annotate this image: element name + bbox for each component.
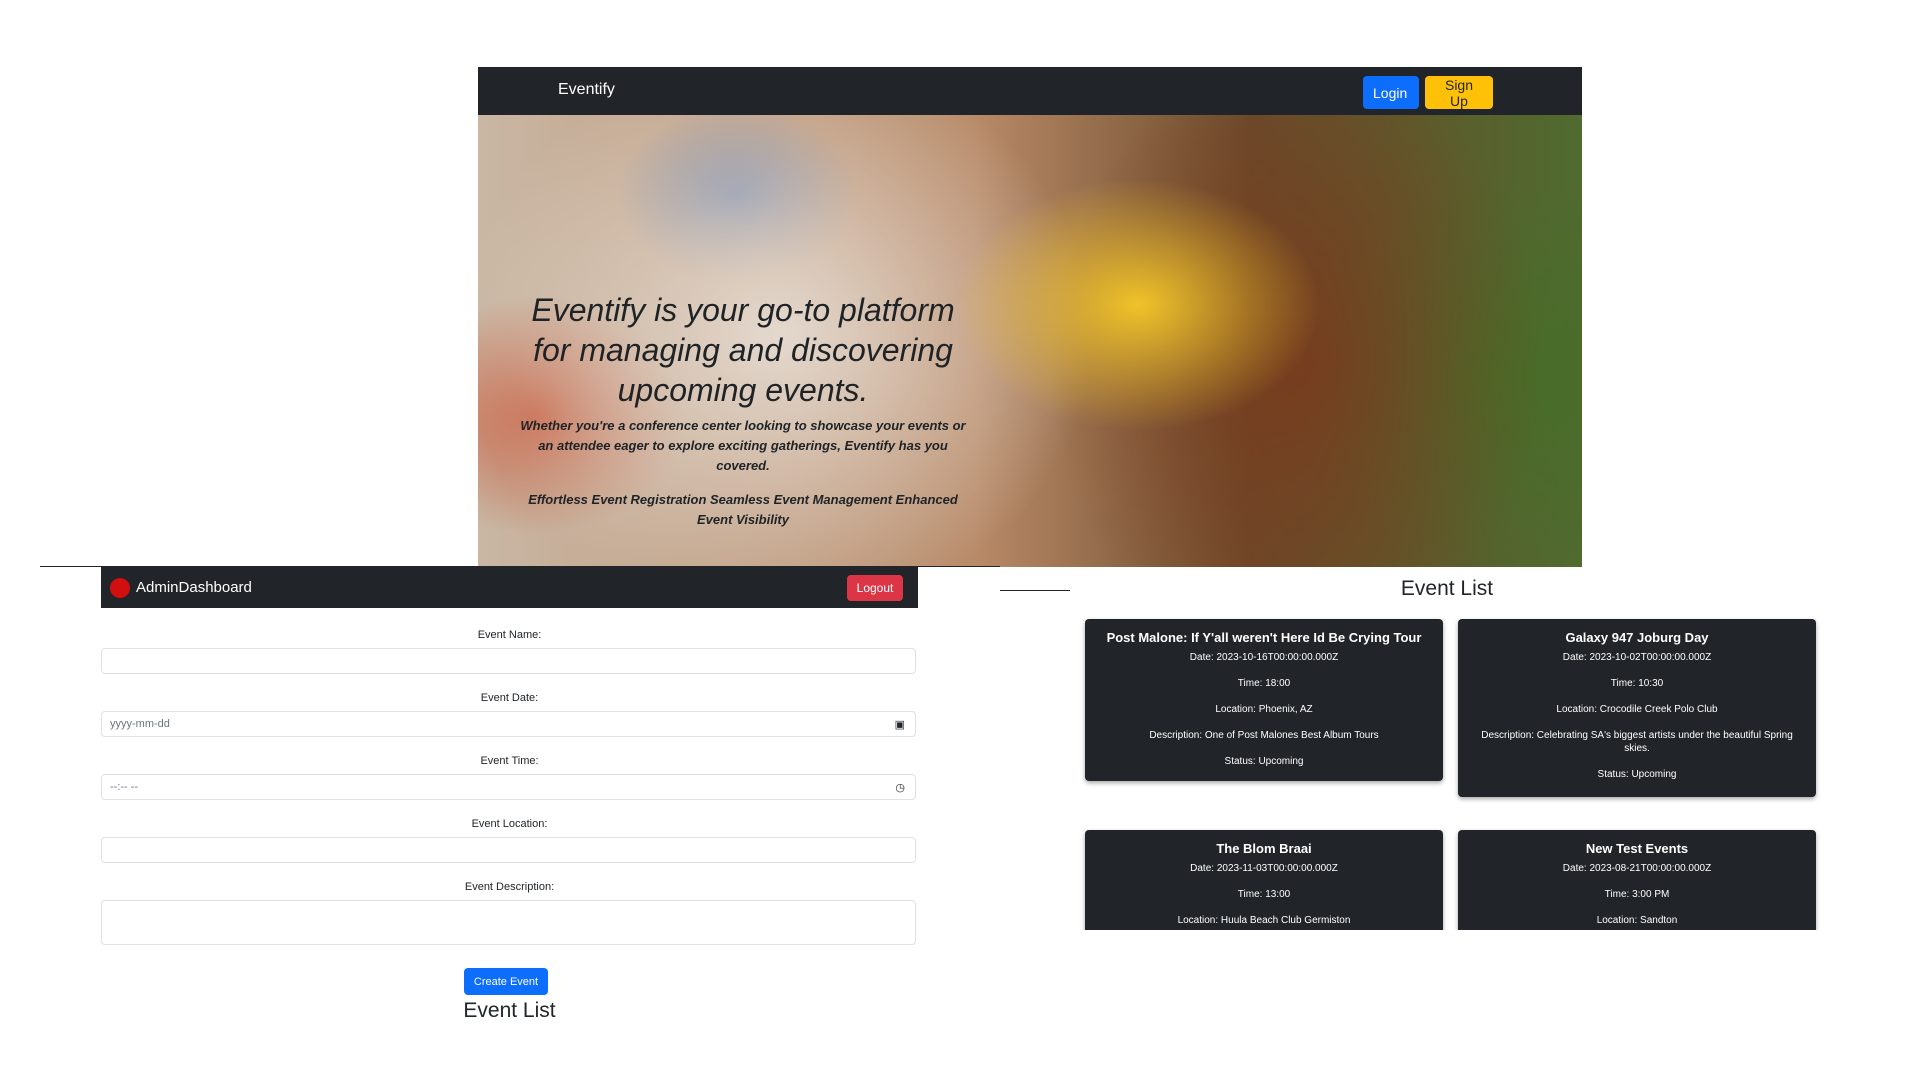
admin-navbar: AdminDashboard Logout (101, 567, 918, 608)
event-time: Time: 3:00 PM (1604, 889, 1670, 900)
event-status: Status: Upcoming (1597, 769, 1677, 780)
event-description: Description: One of Post Malones Best Al… (1149, 730, 1379, 741)
login-button[interactable]: Login (1363, 76, 1419, 109)
event-location: Location: Crocodile Creek Polo Club (1556, 704, 1718, 715)
hero-banner: Eventify is your go-to platform for mana… (478, 115, 1582, 567)
event-location: Location: Sandton (1596, 915, 1678, 926)
signup-button[interactable]: Sign Up (1425, 76, 1493, 109)
event-date: Date: 2023-11-03T00:00:00.000Z (1190, 863, 1338, 874)
hero-subtitle: Whether you're a conference center looki… (520, 418, 966, 473)
event-status: Status: Upcoming (1224, 756, 1304, 767)
event-name-label: Event Name: (477, 629, 542, 641)
event-name: The Blom Braai (1216, 841, 1312, 856)
event-card[interactable]: Galaxy 947 Joburg Day Date: 2023-10-02T0… (1458, 619, 1816, 797)
hero-text-block: Eventify is your go-to platform for mana… (513, 290, 973, 530)
logout-button[interactable]: Logout (847, 575, 903, 601)
event-location-label: Event Location: (471, 818, 548, 830)
event-time: Time: 10:30 (1610, 678, 1664, 689)
landing-page-panel: Eventify Login Sign Up Eventify is your … (478, 67, 1582, 567)
divider-line (1000, 590, 1070, 591)
event-list-title: Event List (1400, 577, 1494, 600)
calendar-icon[interactable]: ▣ (895, 718, 905, 731)
time-placeholder: --:-- -- (110, 781, 139, 793)
event-name: New Test Events (1585, 841, 1689, 856)
create-event-button[interactable]: Create Event (464, 968, 548, 995)
brand-link[interactable]: Eventify (558, 81, 615, 99)
landing-navbar: Eventify Login Sign Up (478, 67, 1582, 115)
event-description-label: Event Description: (464, 881, 555, 893)
event-date-input[interactable]: yyyy-mm-dd ▣ (101, 711, 916, 737)
admin-title[interactable]: AdminDashboard (136, 579, 252, 596)
event-date: Date: 2023-08-21T00:00:00.000Z (1562, 863, 1712, 874)
event-location: Location: Phoenix, AZ (1215, 704, 1313, 715)
event-name: Galaxy 947 Joburg Day (1565, 630, 1709, 645)
event-name: Post Malone: If Y'all weren't Here Id Be… (1106, 630, 1422, 645)
event-location: Location: Huula Beach Club Germiston (1177, 915, 1351, 926)
event-time: Time: 13:00 (1237, 889, 1291, 900)
event-date: Date: 2023-10-16T00:00:00.000Z (1189, 652, 1339, 663)
event-time-input[interactable]: --:-- -- ◷ (101, 774, 916, 800)
event-date: Date: 2023-10-02T00:00:00.000Z (1562, 652, 1712, 663)
event-card[interactable]: New Test Events Date: 2023-08-21T00:00:0… (1458, 830, 1816, 930)
event-description: Description: Celebrating SA's biggest ar… (1481, 730, 1793, 754)
clock-icon[interactable]: ◷ (895, 781, 905, 794)
date-placeholder: yyyy-mm-dd (110, 718, 170, 730)
event-list-panel: Event List Post Malone: If Y'all weren't… (1072, 567, 1822, 930)
event-name-input[interactable] (101, 648, 916, 674)
event-date-label: Event Date: (480, 692, 539, 704)
hero-features: Effortless Event Registration Seamless E… (528, 492, 958, 527)
event-location-input[interactable] (101, 837, 916, 863)
admin-dashboard-panel: AdminDashboard Logout Event Name: Event … (101, 567, 918, 1037)
hero-title: Eventify is your go-to platform for mana… (531, 292, 955, 408)
event-time-label: Event Time: (480, 755, 539, 767)
admin-event-list-title: Event List (463, 999, 556, 1022)
event-time: Time: 18:00 (1237, 678, 1291, 689)
event-card[interactable]: The Blom Braai Date: 2023-11-03T00:00:00… (1085, 830, 1443, 930)
event-card[interactable]: Post Malone: If Y'all weren't Here Id Be… (1085, 619, 1443, 781)
event-description-textarea[interactable] (101, 900, 916, 945)
logo-icon (110, 578, 130, 598)
